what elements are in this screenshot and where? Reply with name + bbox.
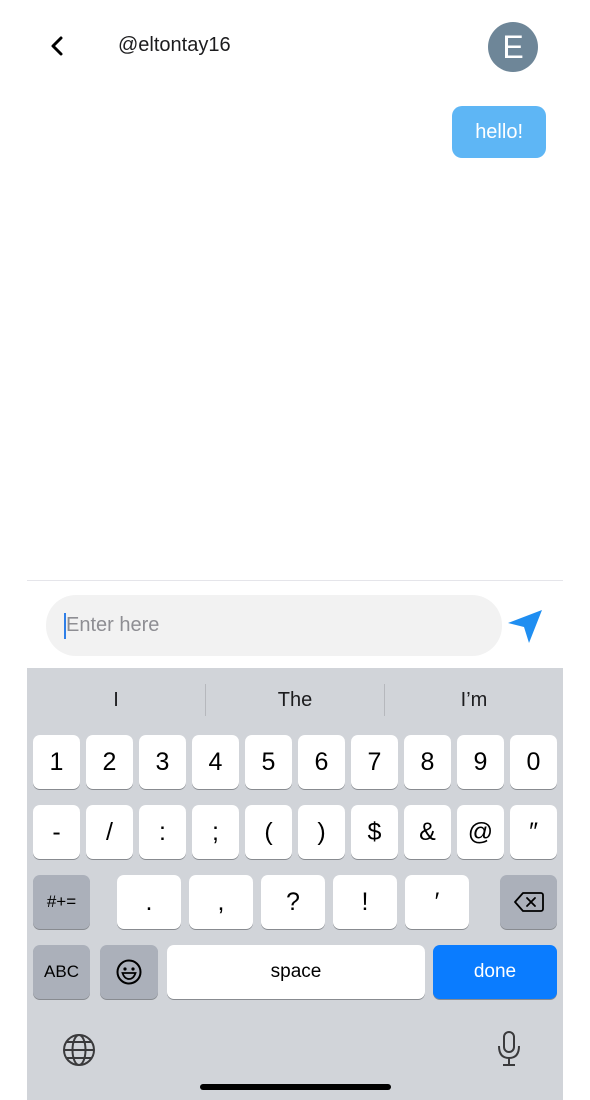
chevron-left-icon bbox=[51, 36, 63, 56]
key[interactable]: 4 bbox=[192, 735, 239, 789]
microphone-icon bbox=[498, 1031, 520, 1066]
key[interactable]: 6 bbox=[298, 735, 345, 789]
globe-icon bbox=[63, 1034, 95, 1066]
key[interactable]: 9 bbox=[457, 735, 504, 789]
key[interactable]: ? bbox=[261, 875, 325, 929]
message-bubble: hello! bbox=[452, 106, 546, 158]
key[interactable]: ( bbox=[245, 805, 292, 859]
composer-divider bbox=[27, 580, 563, 581]
key[interactable]: - bbox=[33, 805, 80, 859]
backspace-icon bbox=[513, 892, 544, 912]
suggestion-item[interactable]: The bbox=[206, 668, 384, 732]
message-input[interactable]: Enter here bbox=[46, 595, 502, 656]
symbols-toggle-key[interactable]: #+= bbox=[33, 875, 90, 929]
key[interactable]: : bbox=[139, 805, 186, 859]
conversation-title: @eltontay16 bbox=[118, 34, 231, 56]
key[interactable]: ) bbox=[298, 805, 345, 859]
key[interactable]: ; bbox=[192, 805, 239, 859]
emoji-key[interactable] bbox=[100, 945, 158, 999]
suggestion-item[interactable]: I bbox=[27, 668, 205, 732]
key[interactable]: $ bbox=[351, 805, 398, 859]
key[interactable]: 2 bbox=[86, 735, 133, 789]
key[interactable]: ′ bbox=[405, 875, 469, 929]
key[interactable]: . bbox=[117, 875, 181, 929]
done-key[interactable]: done bbox=[433, 945, 557, 999]
dictation-key[interactable] bbox=[497, 1030, 521, 1068]
abc-key[interactable]: ABC bbox=[33, 945, 90, 999]
key[interactable]: & bbox=[404, 805, 451, 859]
key[interactable]: ! bbox=[333, 875, 397, 929]
home-indicator bbox=[200, 1084, 391, 1090]
key[interactable]: / bbox=[86, 805, 133, 859]
suggestion-bar: I The I’m bbox=[27, 668, 563, 732]
key[interactable]: 3 bbox=[139, 735, 186, 789]
send-button[interactable] bbox=[506, 606, 546, 646]
back-button[interactable] bbox=[46, 32, 70, 60]
key[interactable]: @ bbox=[457, 805, 504, 859]
key[interactable]: 8 bbox=[404, 735, 451, 789]
emoji-icon bbox=[116, 959, 142, 985]
key[interactable]: 1 bbox=[33, 735, 80, 789]
key[interactable]: ″ bbox=[510, 805, 557, 859]
avatar[interactable]: E bbox=[488, 22, 538, 72]
message-input-placeholder: Enter here bbox=[66, 614, 160, 636]
backspace-key[interactable] bbox=[500, 875, 557, 929]
space-key[interactable]: space bbox=[167, 945, 425, 999]
key[interactable]: 7 bbox=[351, 735, 398, 789]
key[interactable]: 5 bbox=[245, 735, 292, 789]
globe-key[interactable] bbox=[61, 1032, 97, 1068]
key[interactable]: , bbox=[189, 875, 253, 929]
key[interactable]: 0 bbox=[510, 735, 557, 789]
keyboard: I The I’m 1 2 3 4 5 6 7 8 9 0 - / : ; ( … bbox=[27, 668, 563, 1100]
send-icon bbox=[508, 610, 542, 643]
suggestion-item[interactable]: I’m bbox=[385, 668, 563, 732]
